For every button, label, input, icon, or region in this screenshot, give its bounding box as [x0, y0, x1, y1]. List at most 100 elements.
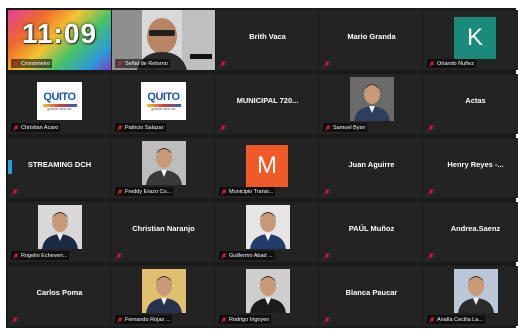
participant-tile[interactable]: Freddy Erazo Co...: [112, 138, 215, 198]
mic-muted-icon: [428, 253, 434, 259]
participant-name: Carlos Poma: [36, 288, 83, 297]
mic-muted-icon: [117, 316, 123, 323]
mic-status: [428, 253, 434, 259]
participant-tile[interactable]: Rodrigo Irigoyen: [216, 266, 319, 326]
participant-label: Patricio Salazar: [115, 123, 166, 132]
participant-tile[interactable]: Henry Reyes -...: [424, 138, 518, 198]
participant-name: Actas: [465, 96, 486, 105]
participant-name: Andrea.Saenz: [450, 224, 501, 233]
mic-status: [324, 317, 330, 323]
participant-tile[interactable]: PAÚL Muñoz: [320, 202, 423, 262]
participant-name: Christian Naranjo: [132, 224, 195, 233]
participant-tile[interactable]: STREAMING DCH: [8, 138, 111, 198]
participant-label-text: Freddy Erazo Co...: [125, 188, 172, 195]
mic-muted-icon: [13, 124, 19, 131]
mic-muted-icon: [117, 188, 123, 195]
participant-label: Orlando Nuñez: [427, 59, 476, 68]
participant-tile[interactable]: Rogelio Echeverr...: [8, 202, 111, 262]
mic-status: [12, 317, 18, 323]
participant-video: [142, 141, 186, 185]
participant-label-text: Cronómetro: [21, 60, 51, 67]
participant-tile[interactable]: Brith Vaca: [216, 10, 319, 70]
participant-tile[interactable]: Analía Cecilia La...: [424, 266, 518, 326]
mic-muted-icon: [116, 253, 122, 259]
mic-status: [428, 125, 434, 131]
partial-icon: [8, 160, 12, 174]
quito-logo: QUITO grande otra vez: [141, 82, 186, 120]
participant-label: Analía Cecilia La...: [427, 315, 485, 324]
participant-label: Señal de Retorno: [115, 59, 170, 68]
participant-label: Cronómetro: [11, 59, 53, 68]
participant-tile[interactable]: M Municipio Transi...: [216, 138, 319, 198]
mic-muted-icon: [13, 60, 19, 67]
participant-label-text: Señal de Retorno: [125, 60, 168, 67]
participant-name: Blanca Paucar: [345, 288, 398, 297]
participant-label-text: Rodrigo Irigoyen: [229, 316, 270, 323]
participant-tile[interactable]: Fernando Rojas ...: [112, 266, 215, 326]
participant-tile[interactable]: Guillermo Abad ...: [216, 202, 319, 262]
participant-tile[interactable]: Andrea.Saenz: [424, 202, 518, 262]
participant-video: [454, 269, 498, 313]
participant-name: Mario Granda: [347, 32, 396, 41]
participant-label-text: Rogelio Echeverr...: [21, 252, 68, 259]
logo-tagline: grande otra vez: [151, 107, 176, 111]
participant-label: Rodrigo Irigoyen: [219, 315, 272, 324]
mic-status: [12, 189, 18, 195]
participant-label: Freddy Erazo Co...: [115, 187, 174, 196]
mic-muted-icon: [221, 316, 227, 323]
participant-tile[interactable]: Blanca Paucar: [320, 266, 423, 326]
mic-muted-icon: [221, 252, 227, 259]
participant-tile[interactable]: QUITO grande otra vez Christian Acaro: [8, 74, 111, 134]
mic-muted-icon: [325, 124, 331, 131]
participant-label: Municipio Transi...: [219, 187, 276, 196]
participant-tile[interactable]: Samuel Bysn: [320, 74, 423, 134]
logo-word: QUITO: [43, 91, 76, 103]
participant-video: [142, 269, 186, 313]
participant-label: Guillermo Abad ...: [219, 251, 275, 260]
mic-muted-icon: [12, 189, 18, 195]
mic-muted-icon: [429, 316, 435, 323]
participant-tile[interactable]: Carlos Poma: [8, 266, 111, 326]
avatar: M: [246, 145, 288, 187]
participant-tile[interactable]: QUITO grande otra vez Patricio Salazar: [112, 74, 215, 134]
participant-label-text: Fernando Rojas ...: [125, 316, 171, 323]
mic-status: [220, 125, 226, 131]
avatar: K: [454, 17, 496, 59]
participant-tile[interactable]: 11:09 Cronómetro: [8, 10, 111, 70]
participant-video: [246, 205, 290, 249]
mic-muted-icon: [13, 252, 19, 259]
participant-label-text: Patricio Salazar: [125, 124, 164, 131]
participant-tile[interactable]: Christian Naranjo: [112, 202, 215, 262]
participant-tile[interactable]: Mario Granda: [320, 10, 423, 70]
participant-video: [350, 77, 394, 121]
mic-muted-icon: [117, 124, 123, 131]
mic-status: [324, 189, 330, 195]
mic-muted-icon: [429, 60, 435, 67]
participant-name: STREAMING DCH: [27, 160, 92, 169]
mic-muted-icon: [221, 188, 227, 195]
mic-muted-icon: [324, 61, 330, 67]
participant-label-text: Municipio Transi...: [229, 188, 274, 195]
participant-label: Samuel Bysn: [323, 123, 368, 132]
mic-muted-icon: [220, 125, 226, 131]
participant-name: PAÚL Muñoz: [348, 224, 395, 233]
participant-name: Juan Aguirre: [348, 160, 395, 169]
mic-status: [428, 189, 434, 195]
mic-status: [324, 253, 330, 259]
participant-label-text: Orlando Nuñez: [437, 60, 474, 67]
mic-muted-icon: [324, 317, 330, 323]
participant-label: Christian Acaro: [11, 123, 61, 132]
mic-muted-icon: [324, 189, 330, 195]
participant-label: Fernando Rojas ...: [115, 315, 173, 324]
participant-tile[interactable]: Juan Aguirre: [320, 138, 423, 198]
participant-tile[interactable]: Actas: [424, 74, 518, 134]
mic-status: [116, 253, 122, 259]
mic-muted-icon: [12, 317, 18, 323]
participant-label-text: Christian Acaro: [21, 124, 59, 131]
participant-tile[interactable]: K Orlando Nuñez: [424, 10, 518, 70]
participant-tile[interactable]: Señal de Retorno: [112, 10, 215, 70]
participant-tile[interactable]: MUNICIPAL 720...: [216, 74, 319, 134]
timer-display: 11:09: [21, 18, 98, 49]
quito-logo: QUITO grande otra vez: [37, 82, 82, 120]
participant-label-text: Guillermo Abad ...: [229, 252, 273, 259]
